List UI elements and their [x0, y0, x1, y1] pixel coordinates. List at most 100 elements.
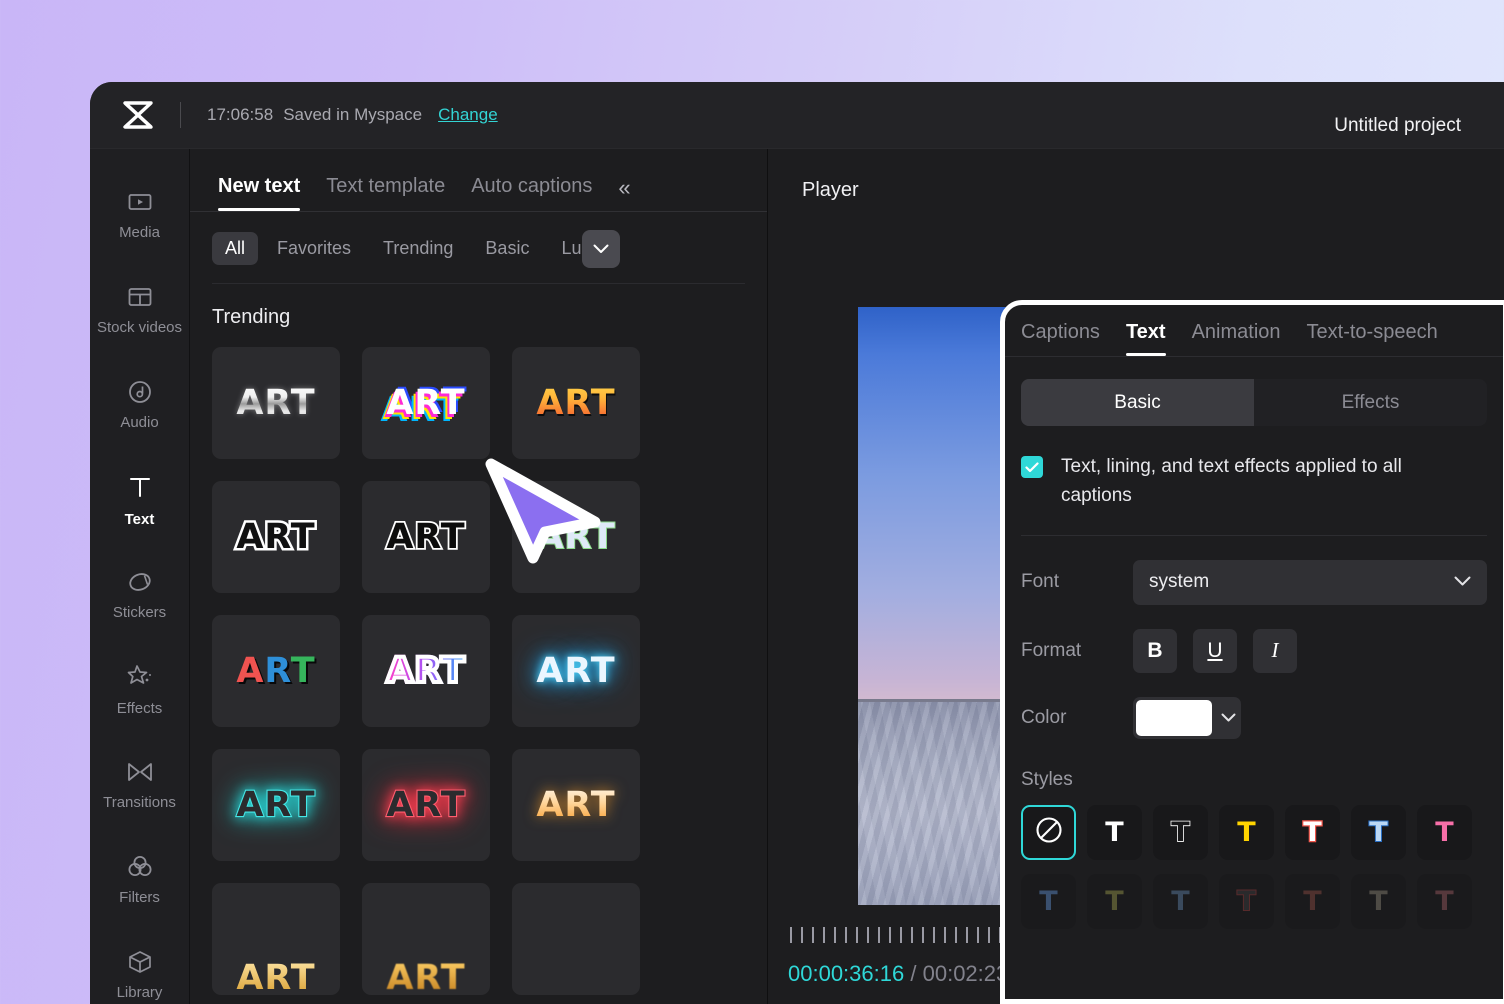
audio-icon — [127, 379, 153, 405]
font-value: system — [1149, 571, 1210, 593]
style-brick-button[interactable]: T — [1285, 873, 1340, 929]
chip-trending[interactable]: Trending — [370, 232, 466, 265]
save-time: 17:06:58 — [207, 105, 274, 124]
text-style-thumb[interactable]: ART — [512, 481, 640, 593]
time-separator: / — [910, 961, 917, 986]
text-style-thumb[interactable]: ART — [362, 347, 490, 459]
segment-basic[interactable]: Basic — [1021, 379, 1254, 426]
text-style-thumb[interactable]: ART — [212, 615, 340, 727]
style-glyph: T — [1105, 885, 1124, 917]
tab-text[interactable]: Text — [1125, 321, 1166, 356]
thumb-label: ART — [236, 383, 316, 423]
text-style-thumb[interactable]: ART — [362, 481, 490, 593]
apply-all-checkbox[interactable] — [1021, 456, 1043, 478]
save-location-text: Saved in Myspace — [283, 105, 423, 124]
style-none-button[interactable] — [1021, 804, 1076, 860]
tab-auto-captions[interactable]: Auto captions — [471, 175, 592, 211]
text-style-thumb[interactable]: ART — [362, 615, 490, 727]
style-steel-button[interactable]: T — [1153, 873, 1208, 929]
sidebar-item-effects[interactable]: Effects — [90, 642, 189, 737]
filter-chip-row: All Favorites Trending Basic Lumi — [190, 212, 767, 283]
basic-effects-segmented-control: Basic Effects — [1021, 379, 1487, 426]
italic-button[interactable]: I — [1253, 628, 1297, 673]
style-glyph: T — [1237, 816, 1256, 848]
thumb-label: ART — [386, 383, 466, 423]
style-darkred-button[interactable]: T — [1219, 873, 1274, 929]
text-style-thumb[interactable]: ART — [512, 347, 640, 459]
style-yellow-button[interactable]: T — [1219, 804, 1274, 860]
sidebar-item-text[interactable]: Text — [90, 452, 189, 547]
style-glyph: T — [1105, 816, 1124, 848]
tab-animation[interactable]: Animation — [1192, 321, 1281, 356]
change-link[interactable]: Change — [438, 105, 498, 125]
color-swatch — [1136, 699, 1212, 736]
style-glyph: T — [1435, 816, 1454, 848]
tab-text-template[interactable]: Text template — [326, 175, 445, 211]
chevron-down-icon — [1215, 697, 1241, 739]
chevron-double-left-icon[interactable]: « — [618, 175, 630, 211]
sidebar-item-media[interactable]: Media — [90, 167, 189, 262]
underline-glyph: U — [1207, 638, 1223, 662]
thumb-label: ART — [535, 516, 616, 558]
chevron-down-icon — [1454, 571, 1471, 593]
text-style-thumb[interactable]: ART — [512, 615, 640, 727]
capcut-logo-icon[interactable] — [118, 95, 158, 135]
style-rose-button[interactable]: T — [1417, 873, 1472, 929]
text-style-thumb[interactable]: ART — [212, 749, 340, 861]
thumb-label: ART — [385, 515, 467, 559]
style-blue-2-button[interactable]: T — [1021, 873, 1076, 929]
text-style-thumb[interactable]: ART — [362, 883, 490, 995]
stickers-icon — [127, 569, 153, 595]
text-style-thumb[interactable]: ART — [212, 883, 340, 995]
style-lightblue-button[interactable]: T — [1351, 804, 1406, 860]
font-select[interactable]: system — [1133, 559, 1487, 605]
sidebar-item-audio[interactable]: Audio — [90, 357, 189, 452]
sidebar-item-library[interactable]: Library — [90, 927, 189, 1004]
chevron-down-icon[interactable] — [582, 229, 620, 268]
bold-button[interactable]: B — [1133, 628, 1177, 673]
style-tan-button[interactable]: T — [1351, 873, 1406, 929]
font-row: Font system — [1021, 559, 1487, 605]
thumb-label: ART — [384, 649, 466, 693]
tab-new-text[interactable]: New text — [218, 175, 301, 211]
chip-all[interactable]: All — [212, 232, 259, 265]
tab-text-to-speech[interactable]: Text-to-speech — [1307, 321, 1438, 356]
thumb-label: ART — [385, 784, 466, 826]
style-olive-button[interactable]: T — [1087, 873, 1142, 929]
no-style-icon — [1035, 816, 1063, 849]
text-style-thumb[interactable]: ART — [212, 347, 340, 459]
segment-effects[interactable]: Effects — [1254, 379, 1487, 426]
style-white-button[interactable]: T — [1087, 804, 1142, 860]
color-row: Color — [1021, 696, 1487, 739]
thumb-label: ART — [536, 383, 616, 423]
text-panel: New text Text template Auto captions « A… — [190, 149, 768, 1004]
tab-captions[interactable]: Captions — [1021, 321, 1100, 356]
underline-button[interactable]: U — [1193, 628, 1237, 673]
chip-favorites[interactable]: Favorites — [264, 232, 364, 265]
text-style-thumb[interactable]: ART — [512, 749, 640, 861]
section-title-trending: Trending — [212, 306, 291, 328]
text-style-thumb[interactable]: ART — [362, 749, 490, 861]
color-picker[interactable] — [1133, 696, 1241, 739]
effects-icon — [126, 663, 154, 691]
properties-tab-divider — [1005, 356, 1503, 357]
style-pink-button[interactable]: T — [1417, 804, 1472, 860]
sidebar-item-label: Text — [124, 510, 155, 528]
sidebar-item-stickers[interactable]: Stickers — [90, 547, 189, 642]
sidebar-item-transitions[interactable]: Transitions — [90, 737, 189, 832]
project-title[interactable]: Untitled project — [1334, 115, 1461, 137]
filters-icon — [126, 854, 154, 880]
text-style-thumb[interactable]: ART — [212, 481, 340, 593]
style-glyph: T — [1435, 885, 1454, 917]
style-outline-white-button[interactable]: T — [1153, 804, 1208, 860]
styles-row-1: T T T T T T — [1021, 804, 1503, 860]
thumb-label: ART — [386, 958, 465, 995]
sidebar-item-stock-videos[interactable]: Stock videos — [90, 262, 189, 357]
sidebar-item-filters[interactable]: Filters — [90, 832, 189, 927]
chip-basic[interactable]: Basic — [472, 232, 542, 265]
style-glyph: T — [1170, 816, 1190, 848]
style-glyph: T — [1368, 816, 1388, 848]
style-red-button[interactable]: T — [1285, 804, 1340, 860]
style-glyph: T — [1171, 885, 1190, 917]
text-style-thumb[interactable] — [512, 883, 640, 995]
